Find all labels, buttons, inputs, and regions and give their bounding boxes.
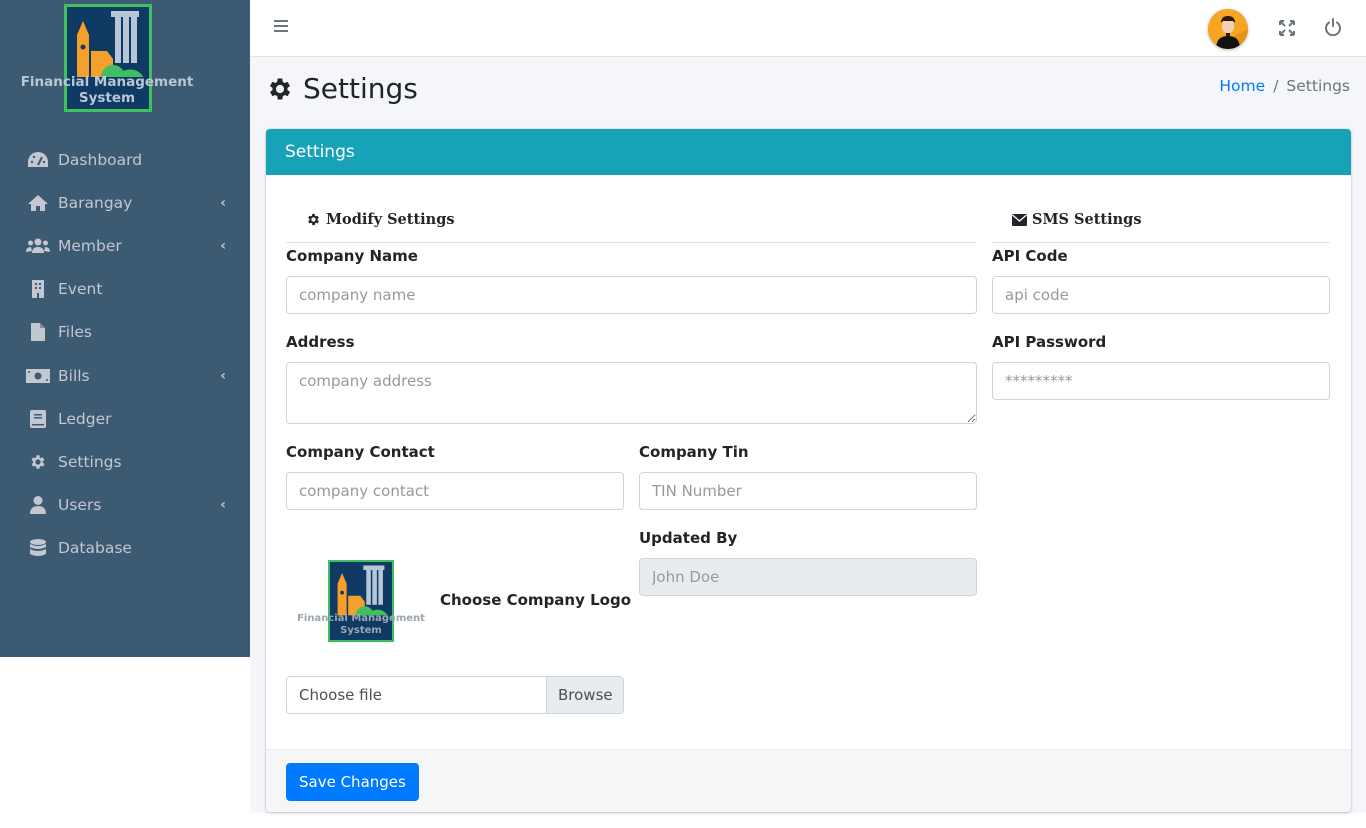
modify-settings-label: Modify Settings xyxy=(326,211,455,228)
api-code-label: API Code xyxy=(992,247,1068,265)
breadcrumb-separator: / xyxy=(1273,77,1279,95)
api-password-label: API Password xyxy=(992,333,1107,351)
chevron-left-icon[interactable]: ‹ xyxy=(220,497,226,513)
card-footer xyxy=(266,749,1351,812)
sidebar-item-users[interactable]: Users ‹ xyxy=(0,484,250,527)
sidebar-item-label: Users xyxy=(58,496,102,515)
sidebar-item-ledger[interactable]: Ledger xyxy=(0,397,250,440)
company-contact-label: Company Contact xyxy=(286,443,435,461)
save-changes-button[interactable]: Save Changes xyxy=(286,763,419,801)
gear-icon xyxy=(308,213,319,226)
brand[interactable]: Financial Management System xyxy=(0,0,250,118)
sidebar-item-label: Bills xyxy=(58,366,90,385)
sidebar-item-label: Event xyxy=(58,280,103,299)
page-title: Settings xyxy=(266,72,418,105)
modify-settings-heading: Modify Settings xyxy=(306,211,455,228)
sms-settings-label: SMS Settings xyxy=(1032,211,1142,228)
logo-line-2: System xyxy=(340,625,382,636)
breadcrumb-current: Settings xyxy=(1286,77,1350,95)
breadcrumb-home[interactable]: Home xyxy=(1219,77,1265,95)
sidebar-item-files[interactable]: Files xyxy=(0,311,250,354)
updated-by-input xyxy=(639,558,977,596)
brand-line-2: System xyxy=(78,90,136,106)
sidebar: Financial Management System Dashboard Ba… xyxy=(0,0,250,657)
sidebar-item-event[interactable]: Event xyxy=(0,268,250,311)
updated-by-label: Updated By xyxy=(639,529,738,547)
home-icon xyxy=(26,193,50,213)
sidebar-nav: Dashboard Barangay ‹ Member ‹ Event File… xyxy=(0,138,250,570)
brand-text: Financial Management System xyxy=(0,74,214,106)
user-avatar-icon[interactable] xyxy=(1208,9,1248,49)
divider xyxy=(286,242,977,243)
chevron-left-icon[interactable]: ‹ xyxy=(220,238,226,254)
sidebar-item-database[interactable]: Database xyxy=(0,527,250,570)
sidebar-item-label: Barangay xyxy=(58,193,133,212)
sidebar-item-settings[interactable]: Settings xyxy=(0,440,250,483)
money-bill-icon xyxy=(26,366,50,386)
company-tin-label: Company Tin xyxy=(639,443,749,461)
choose-logo-label: Choose Company Logo xyxy=(440,591,632,609)
building-icon xyxy=(26,279,50,299)
expand-icon[interactable] xyxy=(1278,19,1296,37)
top-navbar xyxy=(250,0,1366,57)
sidebar-item-label: Settings xyxy=(58,452,122,471)
file-input-placeholder[interactable]: Choose file xyxy=(287,677,546,713)
card-header: Settings xyxy=(266,129,1351,175)
sidebar-item-dashboard[interactable]: Dashboard xyxy=(0,138,250,181)
company-name-input[interactable] xyxy=(286,276,977,314)
chevron-left-icon[interactable]: ‹ xyxy=(220,368,226,384)
sidebar-item-bills[interactable]: Bills ‹ xyxy=(0,354,250,397)
logo-file-input[interactable]: Choose file Browse xyxy=(286,676,624,714)
users-icon xyxy=(26,236,50,256)
hamburger-icon[interactable] xyxy=(274,20,288,34)
company-name-label: Company Name xyxy=(286,247,418,265)
file-icon xyxy=(26,322,50,342)
envelope-icon xyxy=(1012,213,1027,226)
tachometer-icon xyxy=(26,150,50,170)
brand-line-1: Financial Management xyxy=(20,74,194,90)
chevron-left-icon[interactable]: ‹ xyxy=(220,195,226,211)
page-title-text: Settings xyxy=(303,72,418,105)
book-icon xyxy=(26,409,50,429)
sms-settings-heading: SMS Settings xyxy=(1012,211,1142,228)
browse-button[interactable]: Browse xyxy=(546,677,623,713)
api-code-input[interactable] xyxy=(992,276,1330,314)
user-icon xyxy=(26,495,50,515)
address-label: Address xyxy=(286,333,355,351)
sidebar-item-barangay[interactable]: Barangay ‹ xyxy=(0,181,250,224)
address-textarea[interactable] xyxy=(286,362,977,424)
api-password-input[interactable] xyxy=(992,362,1330,400)
gear-icon xyxy=(26,452,50,472)
company-logo-text: Financial Management System xyxy=(296,613,426,637)
sidebar-item-label: Ledger xyxy=(58,409,112,428)
sidebar-item-label: Member xyxy=(58,236,122,255)
power-icon[interactable] xyxy=(1324,18,1342,37)
settings-card: Settings Modify Settings Company Name Ad… xyxy=(266,129,1351,812)
database-icon xyxy=(26,538,50,558)
sidebar-item-member[interactable]: Member ‹ xyxy=(0,224,250,267)
sidebar-item-label: Database xyxy=(58,539,132,558)
logo-line-1: Financial Management xyxy=(297,613,425,624)
breadcrumb: Home / Settings xyxy=(1219,77,1350,95)
company-contact-input[interactable] xyxy=(286,472,624,510)
sidebar-item-label: Dashboard xyxy=(58,150,143,169)
divider xyxy=(992,242,1330,243)
gear-icon xyxy=(266,75,294,103)
sidebar-item-label: Files xyxy=(58,323,93,342)
company-tin-input[interactable] xyxy=(639,472,977,510)
